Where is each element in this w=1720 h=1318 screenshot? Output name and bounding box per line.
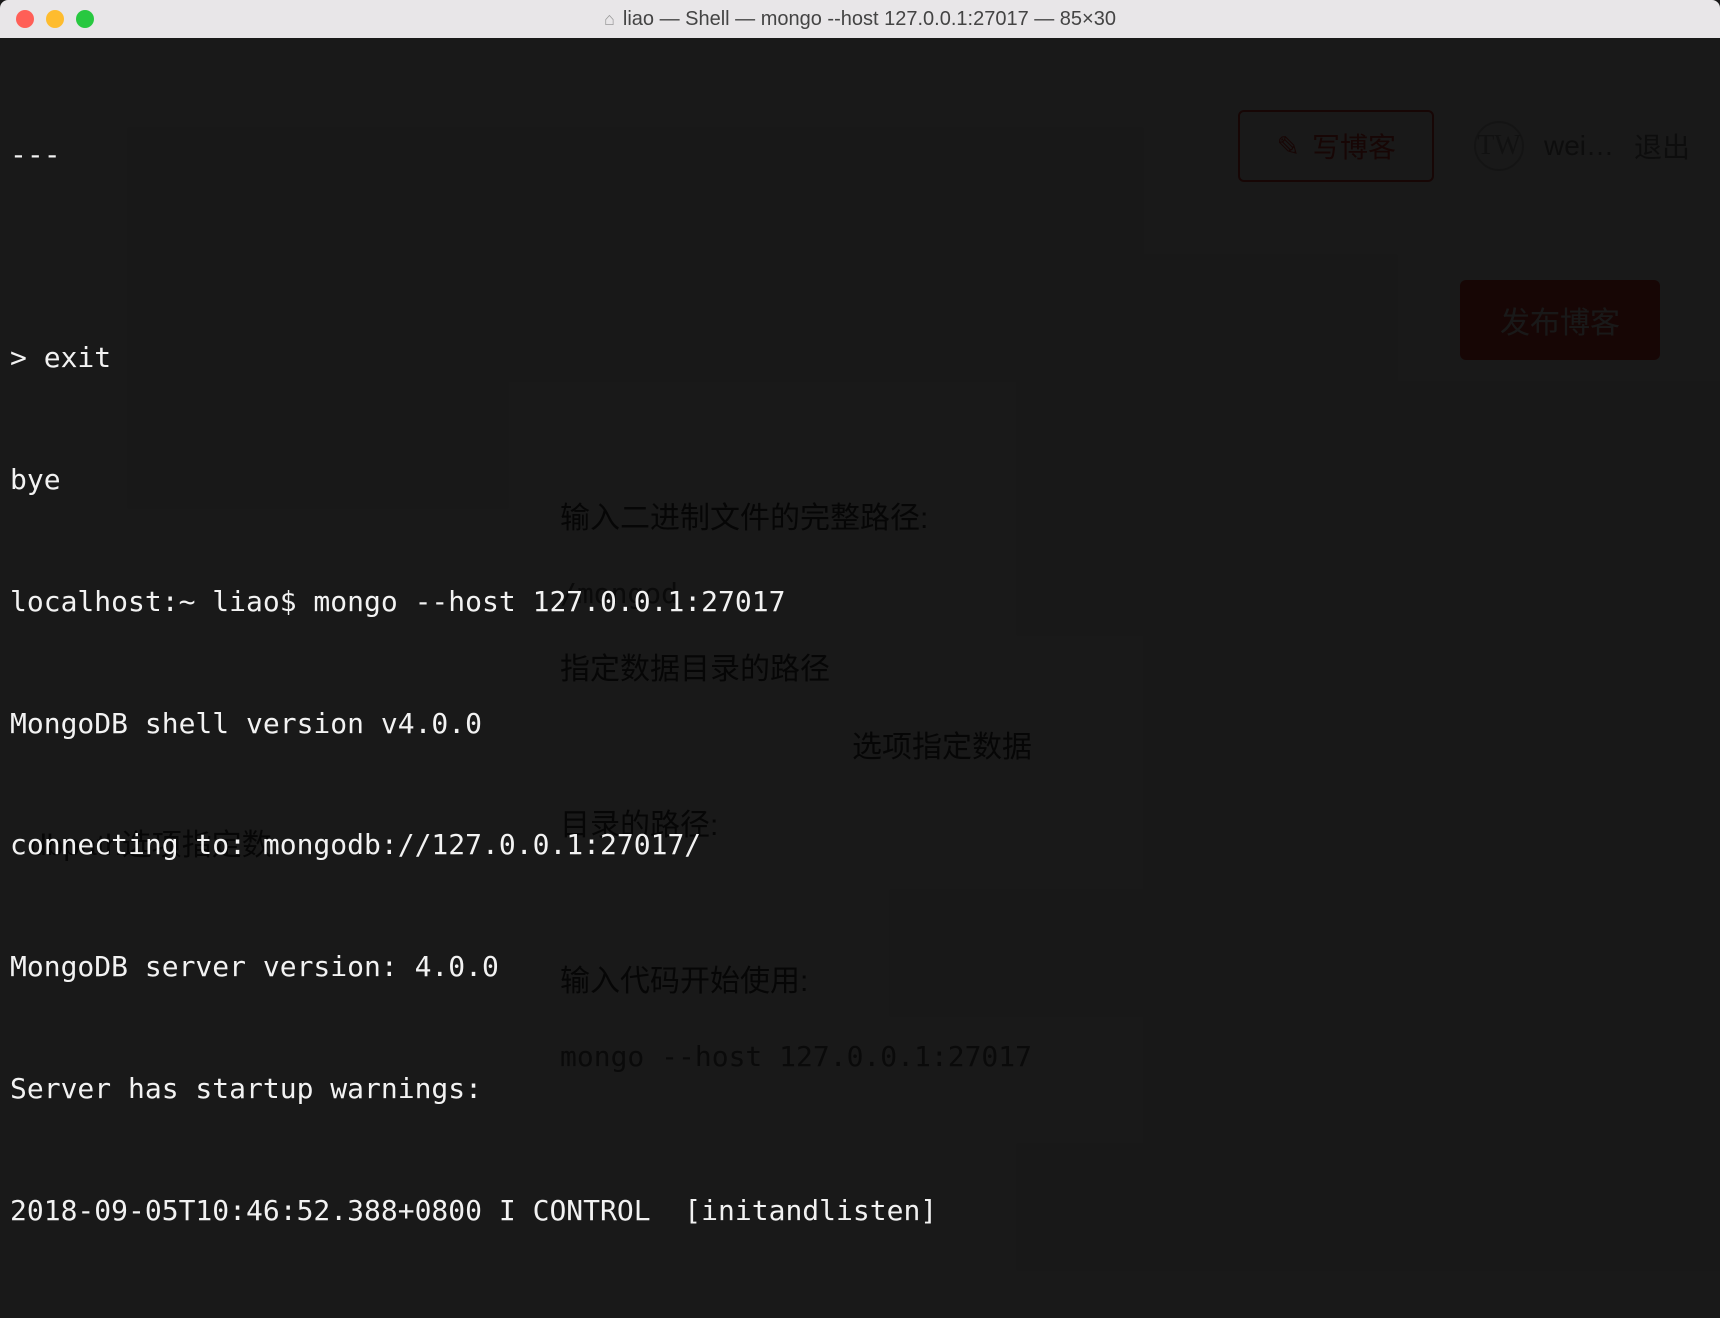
terminal-line: 2018-09-05T10:46:52.388+0800 I CONTROL [… [10,1191,1710,1232]
titlebar-title: ⌂ liao — Shell — mongo --host 127.0.0.1:… [604,8,1116,31]
terminal-line: --- [10,135,1710,176]
maximize-button[interactable] [76,10,94,28]
home-icon: ⌂ [604,9,615,30]
terminal-line: bye [10,460,1710,501]
terminal-line: MongoDB server version: 4.0.0 [10,947,1710,988]
terminal-line: 2018-09-05T10:46:52.388+0800 I CONTROL [… [10,1312,1710,1318]
terminal-line: localhost:~ liao$ mongo --host 127.0.0.1… [10,582,1710,623]
terminal-line: Server has startup warnings: [10,1069,1710,1110]
minimize-button[interactable] [46,10,64,28]
close-button[interactable] [16,10,34,28]
terminal-body[interactable]: --- > exit bye localhost:~ liao$ mongo -… [0,38,1720,1318]
terminal-window: ⌂ liao — Shell — mongo --host 127.0.0.1:… [0,0,1720,1318]
traffic-lights [16,10,94,28]
terminal-line: connecting to: mongodb://127.0.0.1:27017… [10,825,1710,866]
terminal-line: > exit [10,338,1710,379]
terminal-line: MongoDB shell version v4.0.0 [10,704,1710,745]
window-title-text: liao — Shell — mongo --host 127.0.0.1:27… [623,8,1116,31]
titlebar[interactable]: ⌂ liao — Shell — mongo --host 127.0.0.1:… [0,0,1720,38]
